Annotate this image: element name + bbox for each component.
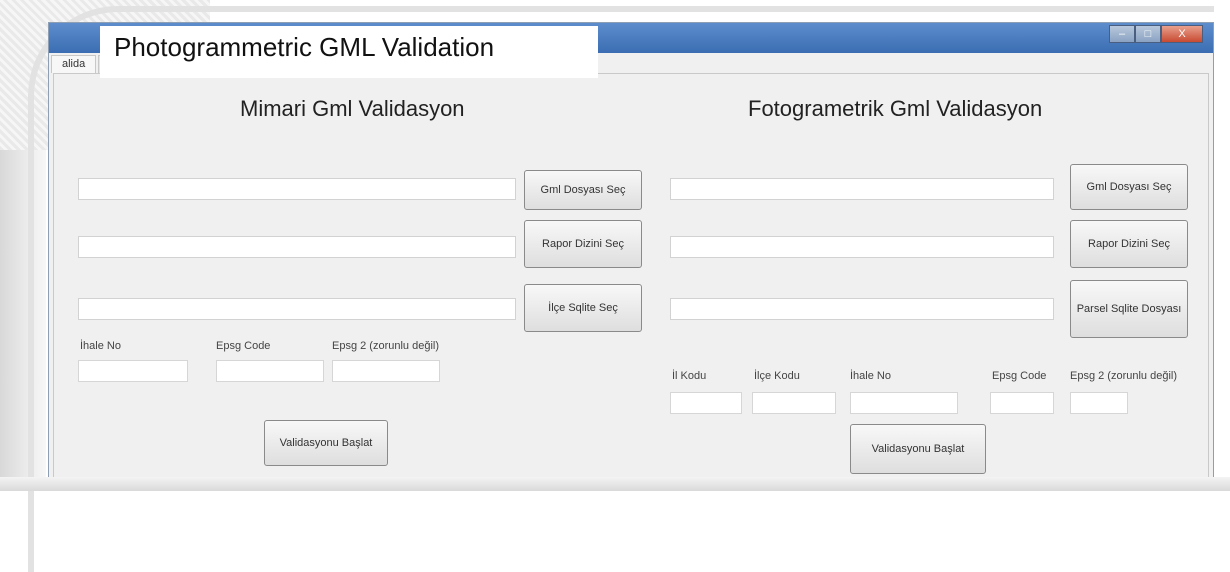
left-epsg2-input[interactable] xyxy=(332,360,440,382)
application-window: – □ X alida Mimari Gml Validasyon Gml Do… xyxy=(48,22,1214,484)
right-epsg2-label: Epsg 2 (zorunlu değil) xyxy=(1070,370,1178,382)
right-tender-no-label: İhale No xyxy=(850,370,891,382)
window-controls: – □ X xyxy=(1109,25,1203,43)
right-epsg-code-label: Epsg Code xyxy=(992,370,1047,382)
close-button[interactable]: X xyxy=(1161,25,1203,43)
left-tender-no-label: İhale No xyxy=(80,340,121,352)
left-report-dir-field[interactable] xyxy=(78,236,516,258)
right-tender-no-input[interactable] xyxy=(850,392,958,414)
right-gml-path-field[interactable] xyxy=(670,178,1054,200)
right-report-dir-field[interactable] xyxy=(670,236,1054,258)
right-district-code-label: İlçe Kodu xyxy=(754,370,800,382)
left-start-validation-button[interactable]: Validasyonu Başlat xyxy=(264,420,388,466)
right-epsg2-input[interactable] xyxy=(1070,392,1128,414)
right-district-code-input[interactable] xyxy=(752,392,836,414)
left-epsg-code-label: Epsg Code xyxy=(216,340,271,352)
left-epsg2-label: Epsg 2 (zorunlu değil) xyxy=(332,340,440,352)
left-select-gml-button[interactable]: Gml Dosyası Seç xyxy=(524,170,642,210)
maximize-button[interactable]: □ xyxy=(1135,25,1161,43)
right-epsg-code-input[interactable] xyxy=(990,392,1054,414)
right-select-parcel-sqlite-button[interactable]: Parsel Sqlite Dosyası xyxy=(1070,280,1188,338)
right-sqlite-path-field[interactable] xyxy=(670,298,1054,320)
minimize-button[interactable]: – xyxy=(1109,25,1135,43)
tab-validation[interactable]: alida xyxy=(51,55,97,73)
left-sqlite-path-field[interactable] xyxy=(78,298,516,320)
tab-content: Mimari Gml Validasyon Gml Dosyası Seç Ra… xyxy=(53,73,1209,479)
left-select-district-sqlite-button[interactable]: İlçe Sqlite Seç xyxy=(524,284,642,332)
right-section-title: Fotogrametrik Gml Validasyon xyxy=(748,96,1043,121)
slide-title: Photogrammetric GML Validation xyxy=(114,32,495,62)
slide-bottom-decoration xyxy=(0,477,1230,491)
left-tender-no-input[interactable] xyxy=(78,360,188,382)
right-province-code-input[interactable] xyxy=(670,392,742,414)
right-start-validation-button[interactable]: Validasyonu Başlat xyxy=(850,424,986,474)
left-select-report-dir-button[interactable]: Rapor Dizini Seç xyxy=(524,220,642,268)
left-section-title: Mimari Gml Validasyon xyxy=(240,96,465,121)
left-epsg-code-input[interactable] xyxy=(216,360,324,382)
right-province-code-label: İl Kodu xyxy=(672,370,707,382)
right-select-report-dir-button[interactable]: Rapor Dizini Seç xyxy=(1070,220,1188,268)
right-select-gml-button[interactable]: Gml Dosyası Seç xyxy=(1070,164,1188,210)
slide-title-box: Photogrammetric GML Validation xyxy=(100,26,598,78)
left-gml-path-field[interactable] xyxy=(78,178,516,200)
